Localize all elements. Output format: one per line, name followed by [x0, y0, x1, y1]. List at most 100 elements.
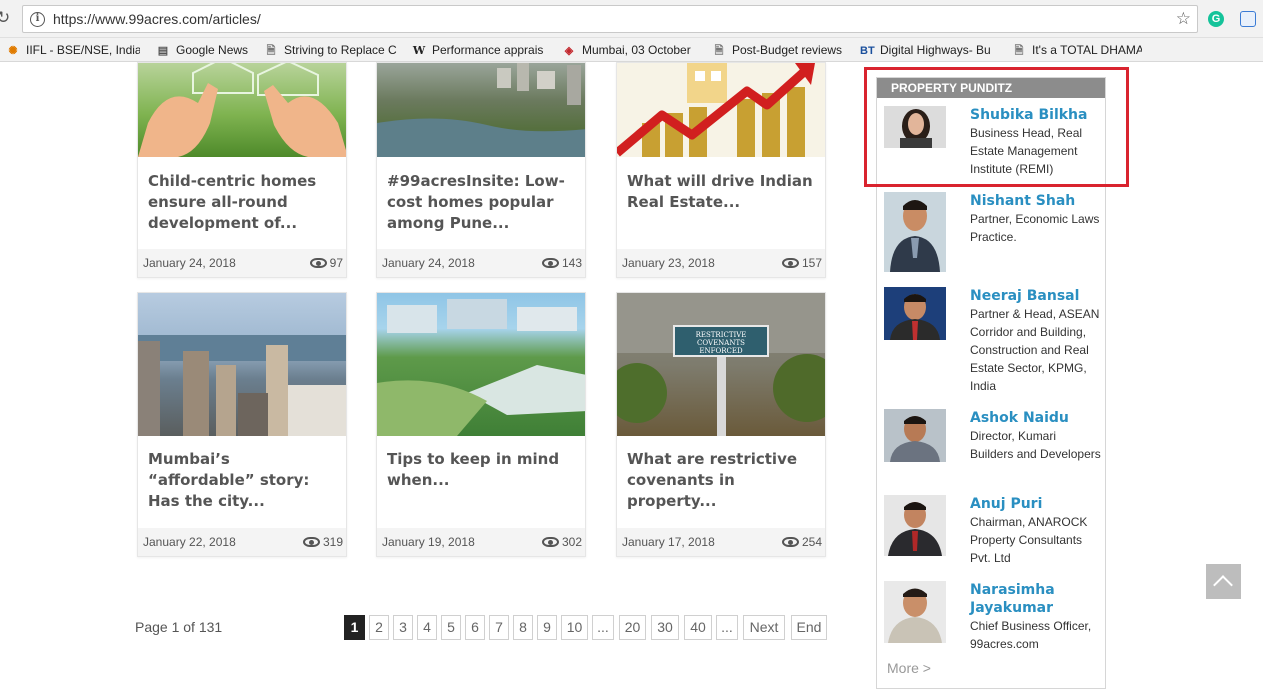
- article-title[interactable]: Mumbai’s “affordable” story: Has the cit…: [148, 449, 338, 512]
- pundit-item[interactable]: Neeraj Bansal Partner & Head, ASEAN Corr…: [884, 287, 1102, 397]
- bookmark-item[interactable]: ✺ IIFL - BSE/NSE, India: [6, 41, 140, 59]
- view-count: 302: [541, 535, 582, 549]
- eye-icon: [302, 537, 320, 547]
- pundit-photo: [884, 192, 946, 272]
- eye-icon: [781, 537, 799, 547]
- pundit-name[interactable]: Nishant Shah: [970, 192, 1075, 210]
- bookmark-item[interactable]: 🗎 Striving to Replace C: [264, 41, 398, 59]
- article-title[interactable]: What are restrictive covenants in proper…: [627, 449, 817, 512]
- bookmark-item[interactable]: BT Digital Highways- Bu: [860, 41, 1000, 59]
- pundit-item[interactable]: Narasimha Jayakumar Chief Business Offic…: [884, 581, 1102, 651]
- url-text[interactable]: https://www.99acres.com/articles/: [53, 11, 261, 27]
- page-button[interactable]: 3: [393, 615, 413, 640]
- article-image: [617, 63, 825, 157]
- article-title[interactable]: What will drive Indian Real Estate...: [627, 171, 817, 213]
- pundit-name[interactable]: Narasimha Jayakumar: [970, 581, 1102, 617]
- aerial-city-illustration: [377, 63, 585, 157]
- pundit-name[interactable]: Anuj Puri: [970, 495, 1042, 513]
- bookmark-item[interactable]: 🗎 It's a TOTAL DHAMA: [1012, 41, 1142, 59]
- extension-icon[interactable]: [1240, 11, 1256, 27]
- highlight-box: [864, 67, 1129, 187]
- next-page-button[interactable]: Next: [743, 615, 785, 640]
- reload-icon[interactable]: ↻: [0, 8, 16, 28]
- site-info-icon[interactable]: i: [30, 12, 45, 27]
- article-card[interactable]: Child-centric homes ensure all-round dev…: [137, 62, 347, 278]
- page-button[interactable]: 20: [619, 615, 646, 640]
- pundit-photo: [884, 495, 946, 556]
- last-page-button[interactable]: End: [791, 615, 827, 640]
- pundit-photo: [884, 409, 946, 462]
- page-button[interactable]: 8: [513, 615, 533, 640]
- page-button[interactable]: 4: [417, 615, 437, 640]
- sign-text: ENFORCED: [699, 347, 743, 355]
- page-button[interactable]: 10: [561, 615, 588, 640]
- it-park-illustration: [377, 299, 585, 436]
- article-image: [377, 293, 585, 436]
- covenants-sign-illustration: RESTRICTIVE COVENANTS ENFORCED: [617, 293, 825, 436]
- pundit-item[interactable]: Ashok Naidu Director, Kumari Builders an…: [884, 409, 1102, 487]
- news-icon: ◈: [564, 45, 574, 57]
- pundit-role: Director, Kumari Builders and Developers: [970, 429, 1101, 461]
- google-news-icon: ▤: [157, 45, 169, 57]
- pundit-photo: [884, 581, 946, 643]
- pundit-item[interactable]: Anuj Puri Chairman, ANAROCK Property Con…: [884, 495, 1102, 565]
- pundit-name[interactable]: Ashok Naidu: [970, 409, 1069, 427]
- page-button[interactable]: 1: [344, 615, 365, 640]
- article-image: RESTRICTIVE COVENANTS ENFORCED: [617, 293, 825, 436]
- address-bar: ↻ i https://www.99acres.com/articles/ ☆ …: [0, 0, 1263, 38]
- article-date: January 24, 2018: [382, 256, 475, 270]
- page-button[interactable]: 6: [465, 615, 485, 640]
- article-meta: January 24, 2018 97: [138, 249, 346, 277]
- article-date: January 17, 2018: [622, 535, 715, 549]
- page-button[interactable]: 9: [537, 615, 557, 640]
- hands-house-illustration: [138, 63, 346, 157]
- article-title[interactable]: #99acresInsite: Low-cost homes popular a…: [387, 171, 577, 234]
- page-button[interactable]: 5: [441, 615, 461, 640]
- article-card[interactable]: Mumbai’s “affordable” story: Has the cit…: [137, 292, 347, 557]
- page-ellipsis[interactable]: ...: [716, 615, 738, 640]
- page-button[interactable]: 7: [489, 615, 509, 640]
- grammarly-extension-icon[interactable]: G: [1208, 11, 1224, 27]
- page-button[interactable]: 30: [651, 615, 679, 640]
- article-card[interactable]: What will drive Indian Real Estate... Ja…: [616, 62, 826, 278]
- sign-text: RESTRICTIVE: [696, 331, 747, 339]
- view-count: 254: [781, 535, 822, 549]
- article-meta: January 17, 2018 254: [617, 528, 825, 556]
- article-card[interactable]: RESTRICTIVE COVENANTS ENFORCED What are …: [616, 292, 826, 557]
- article-card[interactable]: Tips to keep in mind when... January 19,…: [376, 292, 586, 557]
- article-meta: January 24, 2018 143: [377, 249, 585, 277]
- pundit-name[interactable]: Neeraj Bansal: [970, 287, 1079, 305]
- view-count: 319: [302, 535, 343, 549]
- article-card[interactable]: #99acresInsite: Low-cost homes popular a…: [376, 62, 586, 278]
- article-image: [138, 63, 346, 157]
- pundit-role: Chairman, ANAROCK Property Consultants P…: [970, 515, 1088, 565]
- rising-arrow-coins-illustration: [617, 63, 815, 157]
- article-meta: January 22, 2018 319: [138, 528, 346, 556]
- more-link[interactable]: More >: [887, 660, 931, 676]
- eye-icon: [541, 537, 559, 547]
- article-meta: January 23, 2018 157: [617, 249, 825, 277]
- wikipedia-icon: W: [412, 44, 426, 57]
- page-ellipsis[interactable]: ...: [592, 615, 614, 640]
- page-info: Page 1 of 131: [135, 619, 223, 635]
- bookmark-star-icon[interactable]: ☆: [1176, 9, 1191, 29]
- eye-icon: [309, 258, 327, 268]
- bookmark-item[interactable]: ◈ Mumbai, 03 October: [562, 41, 698, 59]
- bookmark-item[interactable]: W Performance apprais: [412, 41, 550, 59]
- bookmark-item[interactable]: 🗎 Post-Budget reviews: [712, 41, 848, 59]
- article-date: January 23, 2018: [622, 256, 715, 270]
- scroll-to-top-button[interactable]: [1206, 564, 1241, 599]
- page-button[interactable]: 40: [684, 615, 712, 640]
- url-input[interactable]: i https://www.99acres.com/articles/ ☆: [22, 5, 1198, 33]
- view-count: 157: [781, 256, 822, 270]
- article-image: [138, 293, 346, 436]
- article-title[interactable]: Tips to keep in mind when...: [387, 449, 577, 491]
- page-button[interactable]: 2: [369, 615, 389, 640]
- article-image: [377, 63, 585, 157]
- iifl-icon: ✺: [8, 45, 18, 57]
- article-title[interactable]: Child-centric homes ensure all-round dev…: [148, 171, 338, 234]
- bt-icon: BT: [860, 45, 875, 57]
- bookmark-item[interactable]: ▤ Google News: [156, 41, 256, 59]
- eye-icon: [541, 258, 559, 268]
- pundit-item[interactable]: Nishant Shah Partner, Economic Laws Prac…: [884, 192, 1102, 274]
